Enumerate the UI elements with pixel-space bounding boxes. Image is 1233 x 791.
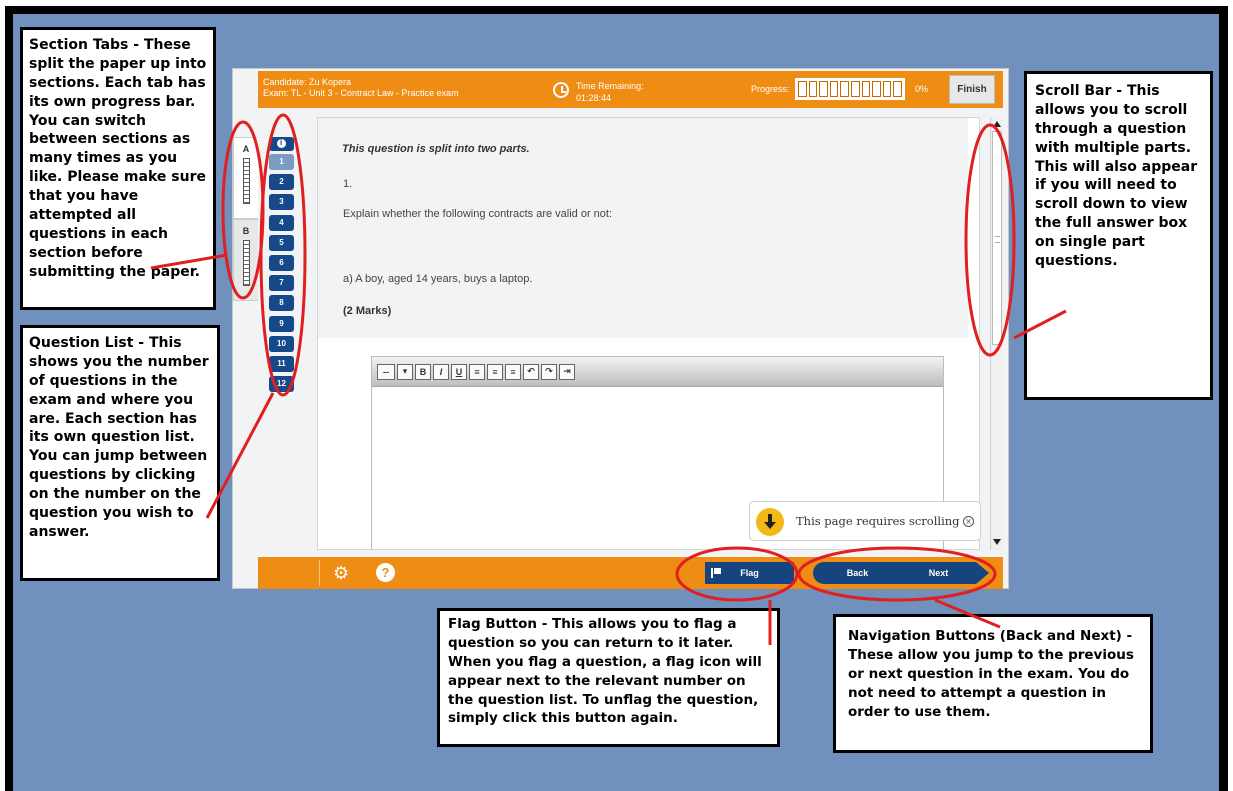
annotation-pointer-scroll-bar [1013,309,1067,340]
annotation-ring-navigation [797,546,997,602]
annotation-overlay [150,113,1067,645]
annotation-ring-scroll-bar [964,123,1016,357]
annotation-pointer-question-list [205,392,275,519]
annotation-ring-section-tabs [221,120,265,300]
annotation-ring-flag-button [675,546,799,602]
annotation-pointer-section-tabs [150,253,228,270]
annotation-ring-question-list [259,113,307,397]
annotation-pointer-navigation [934,598,1001,629]
